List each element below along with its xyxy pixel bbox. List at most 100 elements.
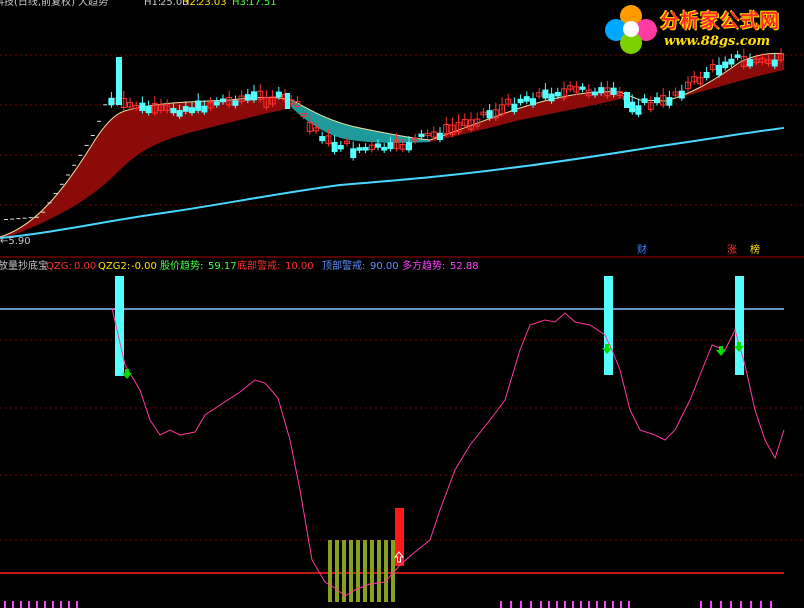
tick-mark — [28, 601, 30, 608]
bull-trend-value: 52.88 — [450, 261, 479, 272]
trend-ribbon-up-1 — [0, 97, 292, 240]
limit-up-marker-icon[interactable]: 涨 — [727, 245, 737, 257]
candle-down — [592, 91, 598, 96]
tick-mark — [564, 601, 566, 608]
candle-down — [189, 107, 195, 114]
top-signal-bars — [115, 276, 744, 376]
tick-mark — [12, 601, 14, 608]
candle-down — [716, 64, 722, 76]
volume-bar — [342, 540, 346, 602]
tick-mark — [700, 601, 702, 608]
bottom-warning-label: 底部警戒: — [237, 261, 281, 272]
volume-bar — [328, 540, 332, 602]
logo-flower-icon — [605, 5, 657, 54]
tick-mark — [720, 601, 722, 608]
tick-mark — [540, 601, 542, 608]
h2-value: 23.03 — [198, 0, 227, 8]
candle-down — [381, 146, 388, 151]
qzg2-label: QZG2: — [98, 261, 131, 272]
tick-mark — [572, 601, 574, 608]
qzg-label: QZG: — [46, 261, 72, 272]
tick-mark — [500, 601, 502, 608]
h1-label: H1: — [144, 0, 162, 8]
low-price-label: ←5.90 — [0, 236, 31, 247]
candle-down — [145, 106, 152, 114]
tick-mark — [548, 601, 550, 608]
volume-bar — [384, 540, 388, 602]
h3-value: 17.51 — [248, 0, 277, 8]
indicator-name: 放量抄底宝 — [0, 261, 48, 272]
tick-mark — [4, 601, 6, 608]
candle-down — [517, 98, 524, 104]
candle-down — [244, 94, 251, 101]
tick-mark — [580, 601, 582, 608]
tick-mark — [710, 601, 712, 608]
candle-down — [232, 100, 239, 106]
tick-mark — [510, 601, 512, 608]
candle-down — [554, 91, 561, 97]
finance-marker-icon[interactable]: 财 — [637, 245, 647, 257]
candle-down — [201, 105, 208, 113]
logo-url: www.88gs.com — [664, 34, 771, 49]
candle-down — [337, 145, 344, 150]
tick-mark — [68, 601, 70, 608]
qzg-value: 0.00 — [74, 261, 97, 272]
sell-arrows — [122, 342, 744, 379]
candle-down — [641, 98, 648, 103]
tick-mark — [36, 601, 38, 608]
bull-trend-label: 多方趋势: — [402, 261, 446, 272]
chart-canvas[interactable] — [0, 0, 804, 608]
tick-mark — [556, 601, 558, 608]
volume-bar — [377, 540, 381, 602]
candle-down — [728, 58, 735, 65]
tick-mark — [620, 601, 622, 608]
volume-bar — [356, 540, 360, 602]
top-warning-label: 顶部警戒: — [322, 261, 366, 272]
candle-down — [275, 91, 282, 98]
candle-down — [511, 103, 518, 112]
candle-down — [176, 110, 183, 117]
tick-mark — [604, 601, 606, 608]
logo-title: 分析家公式网 — [660, 10, 781, 32]
candle-down — [251, 91, 257, 101]
tick-mark — [520, 601, 522, 608]
volume-bar — [363, 540, 367, 602]
candle-down — [654, 97, 660, 104]
candle-down — [116, 57, 122, 105]
tick-mark — [588, 601, 590, 608]
candle-down — [666, 97, 673, 106]
trend-label: 股价趋势: — [160, 261, 204, 272]
candle-down — [542, 89, 549, 99]
top-warning-value: 90.00 — [370, 261, 399, 272]
tick-mark — [596, 601, 598, 608]
tick-mark — [730, 601, 732, 608]
candle-down — [418, 133, 425, 138]
tick-mark — [628, 601, 630, 608]
header-title: 科技(日线,前复权) 大趋势 — [0, 0, 109, 8]
h3-label: H3: — [232, 0, 250, 8]
bottom-tick-marks — [4, 601, 772, 608]
candle-down — [678, 90, 685, 99]
tick-mark — [76, 601, 78, 608]
bottom-volume-bars — [328, 540, 395, 602]
bottom-warning-value: 10.00 — [285, 261, 314, 272]
candle-down — [170, 107, 177, 114]
candle-down — [331, 142, 338, 152]
candle-down — [139, 102, 146, 112]
tick-mark — [760, 601, 762, 608]
tick-mark — [770, 601, 772, 608]
candle-down — [182, 106, 189, 112]
candle-down — [387, 142, 394, 150]
candle-down — [375, 143, 381, 148]
candle-down — [579, 86, 586, 90]
candle-down — [624, 92, 630, 108]
tick-mark — [52, 601, 54, 608]
candle-down — [610, 87, 617, 95]
candle-down — [635, 105, 642, 115]
site-logo[interactable]: 分析家公式网 www.88gs.com — [600, 2, 804, 56]
tick-mark — [740, 601, 742, 608]
ranking-marker-icon[interactable]: 榜 — [750, 245, 760, 257]
tick-mark — [530, 601, 532, 608]
tick-mark — [612, 601, 614, 608]
candle-down — [722, 61, 729, 69]
